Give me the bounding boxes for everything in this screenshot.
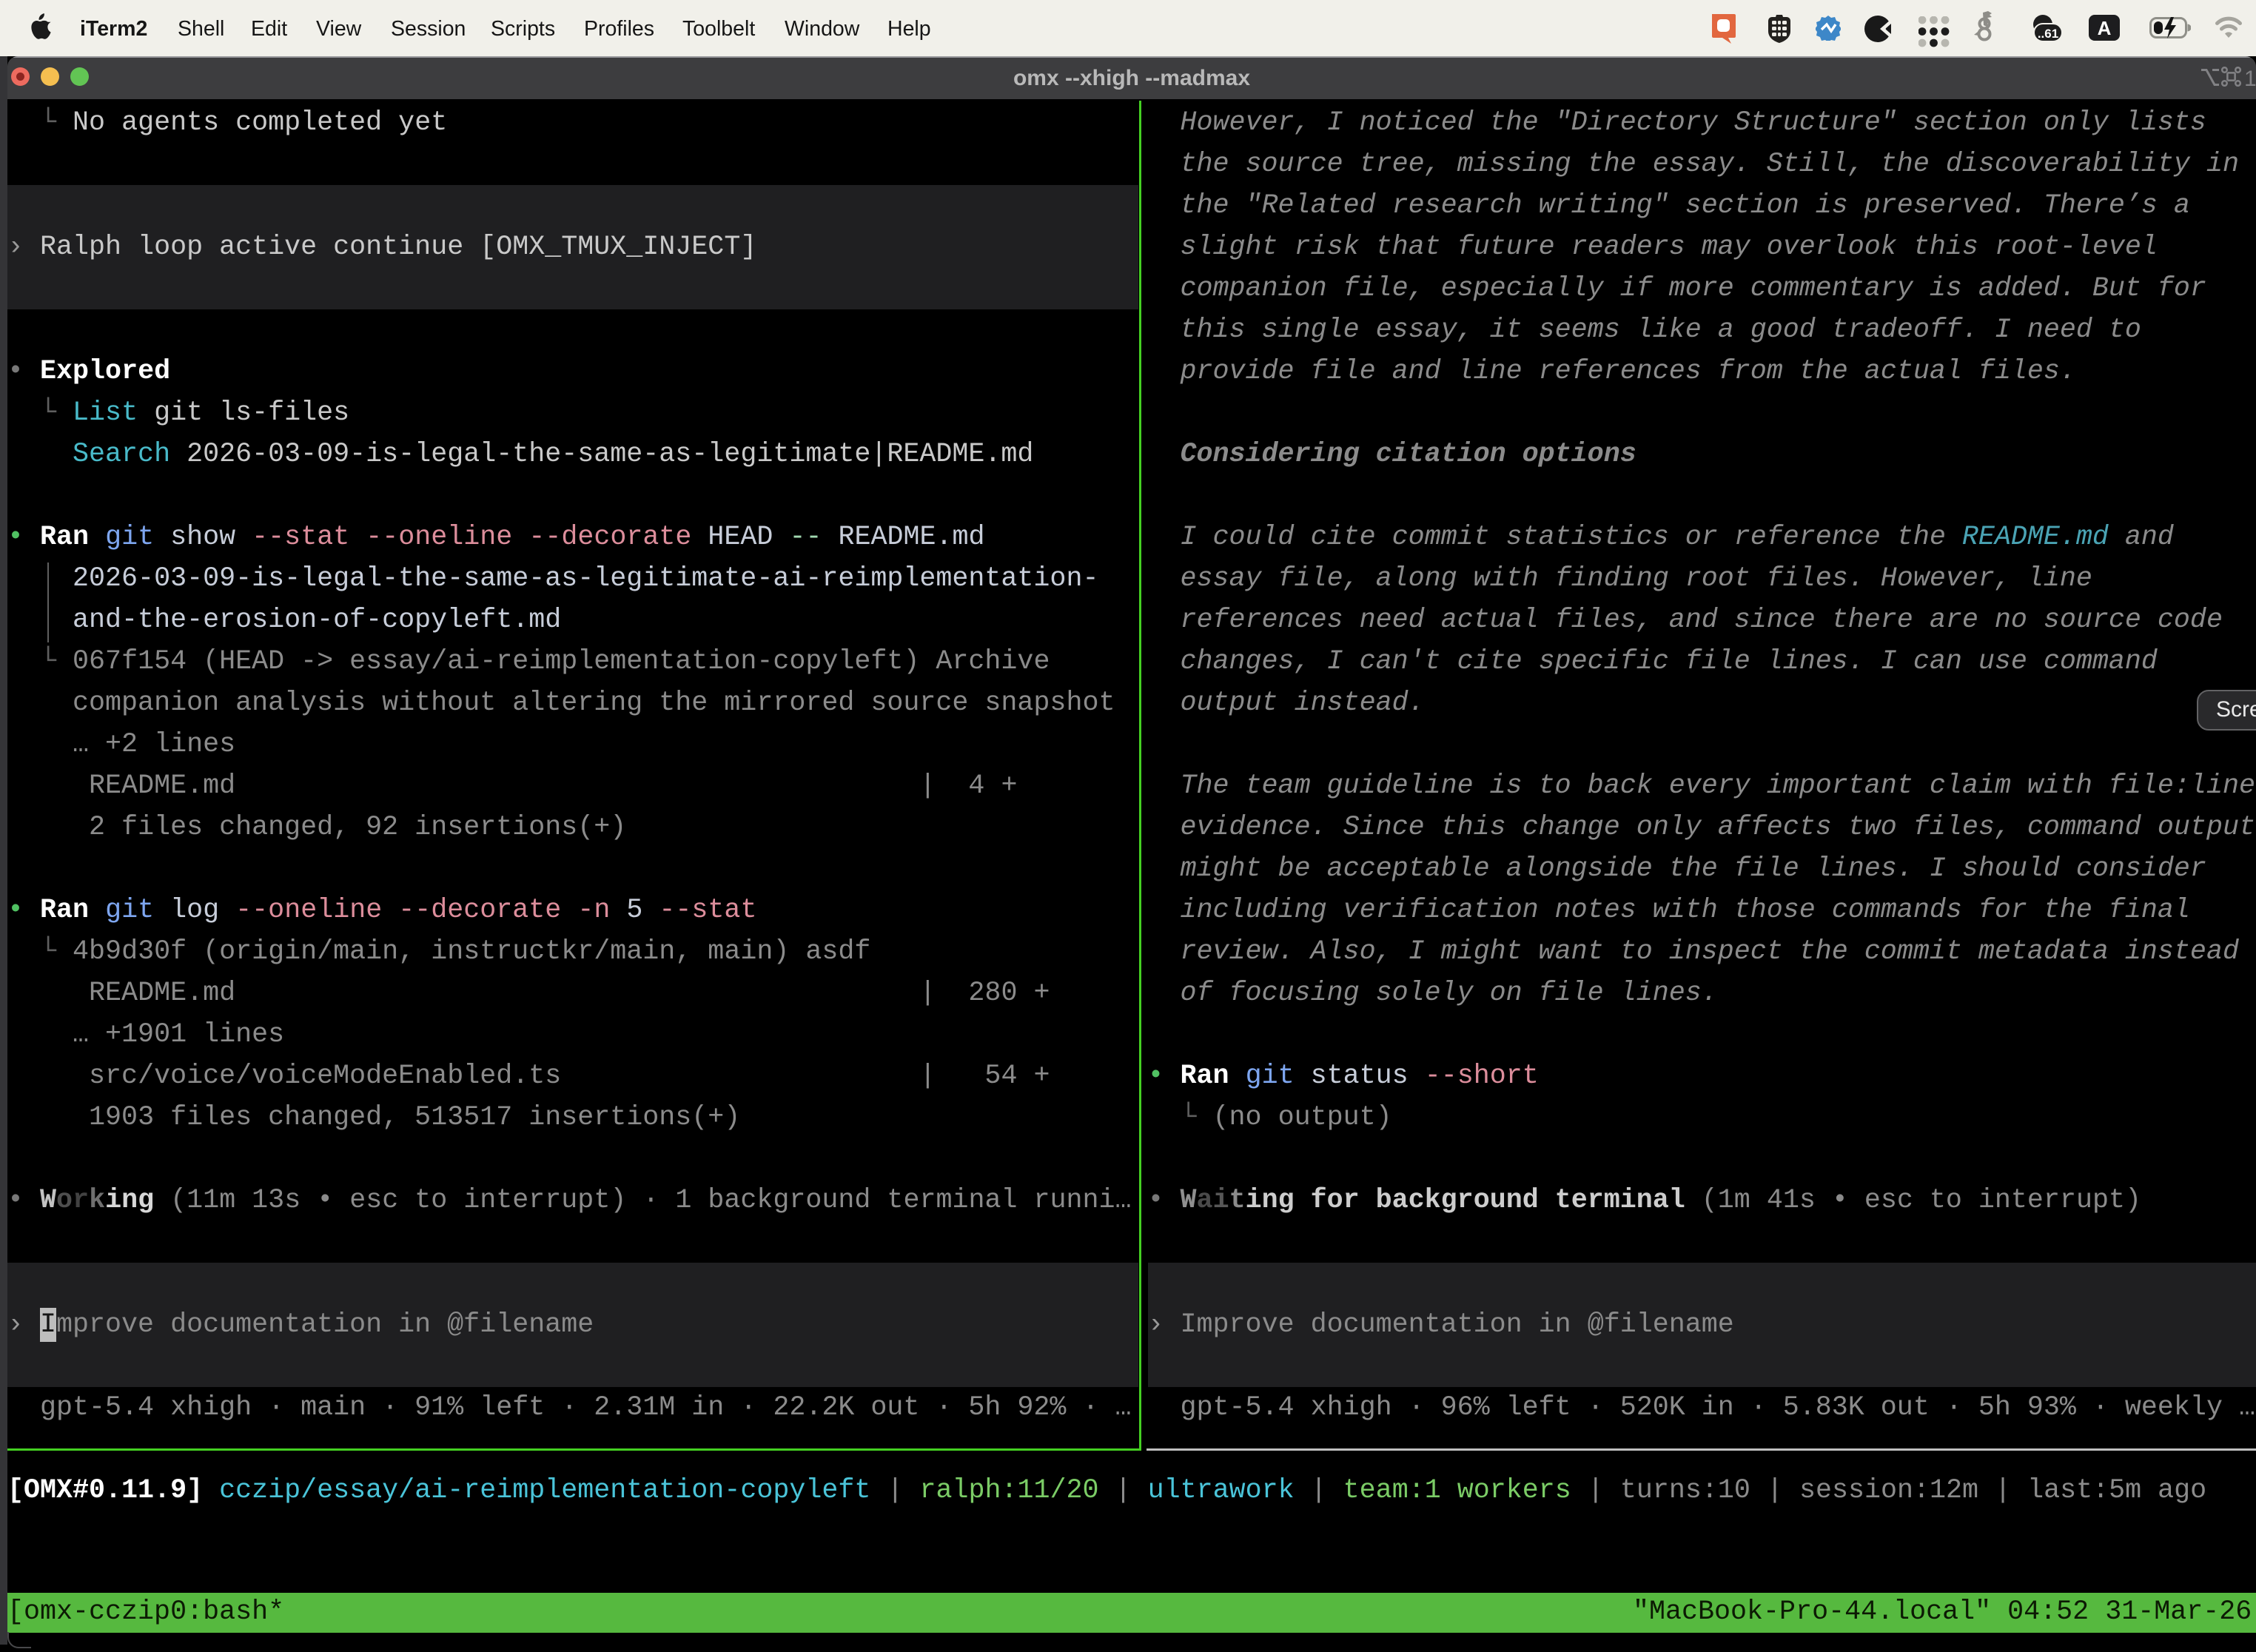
svg-text:..61: ..61 <box>2038 27 2058 41</box>
svg-text:A: A <box>2098 17 2112 39</box>
